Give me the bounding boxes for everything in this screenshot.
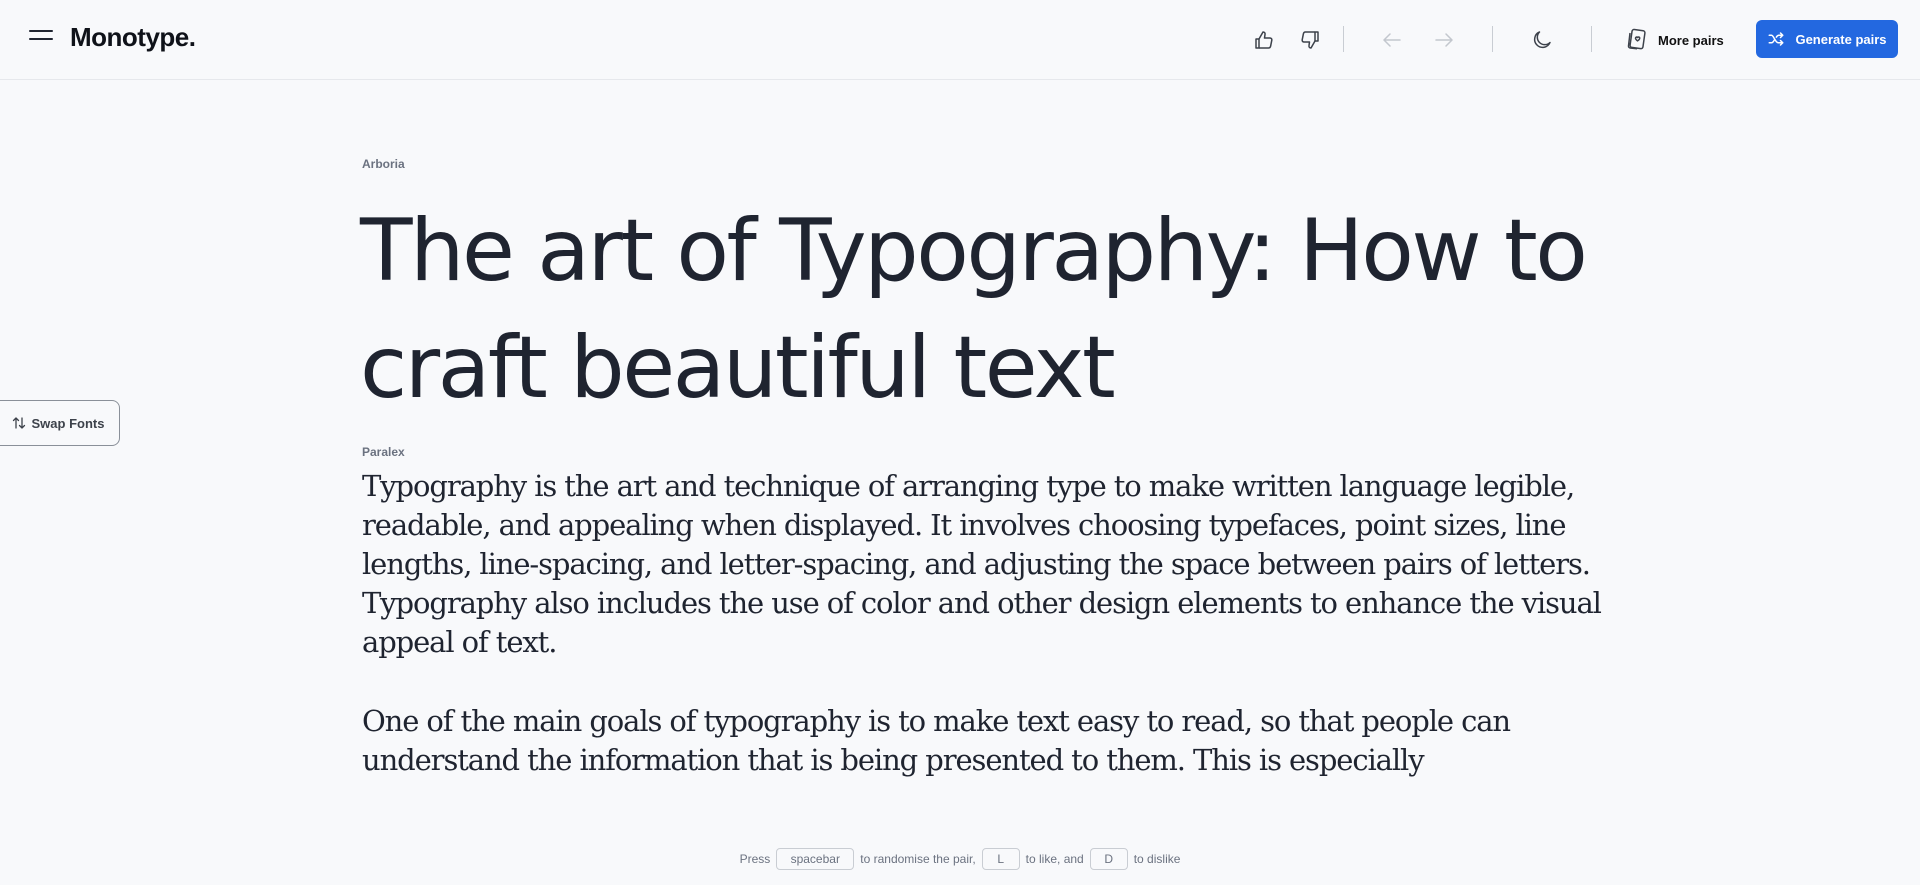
more-pairs-button[interactable]: More pairs <box>1624 22 1724 58</box>
hint-text: to like, and <box>1025 852 1084 866</box>
generate-pairs-label: Generate pairs <box>1795 31 1887 47</box>
logo[interactable]: Monotype. <box>70 22 196 53</box>
divider <box>1343 26 1344 52</box>
cards-icon <box>1627 28 1646 50</box>
body-paragraph: One of the main goals of typography is t… <box>362 704 1511 777</box>
hint-text: Press <box>739 852 771 866</box>
dislike-button[interactable] <box>1294 24 1326 56</box>
hint-text: to randomise the pair, <box>860 852 976 866</box>
divider <box>1492 26 1493 52</box>
generate-pairs-button[interactable]: Generate pairs <box>1756 20 1898 58</box>
spacebar-key: spacebar <box>776 848 855 870</box>
like-button[interactable] <box>1248 24 1280 56</box>
body-paragraph: Typography is the art and technique of a… <box>362 469 1602 659</box>
heading-font-name: Arboria <box>362 157 405 171</box>
body-font-name: Paralex <box>362 445 405 459</box>
headline-preview: The art of Typography: How to craft beau… <box>360 201 1588 418</box>
previous-pair-button[interactable] <box>1376 24 1408 56</box>
arrow-left-icon <box>1383 33 1401 47</box>
shuffle-icon <box>1768 32 1784 46</box>
hint-text: to dislike <box>1133 852 1181 866</box>
more-pairs-label: More pairs <box>1658 32 1724 48</box>
top-bar: Monotype. More pairs Generate pairs <box>0 0 1920 80</box>
divider <box>1591 26 1592 52</box>
dark-mode-toggle[interactable] <box>1526 24 1558 56</box>
dislike-key: D <box>1089 848 1128 870</box>
next-pair-button[interactable] <box>1428 24 1460 56</box>
menu-icon[interactable] <box>29 30 53 42</box>
like-key: L <box>981 848 1020 870</box>
moon-icon <box>1533 31 1551 49</box>
swap-fonts-button[interactable]: Swap Fonts <box>0 400 120 446</box>
arrow-right-icon <box>1435 33 1453 47</box>
thumbs-up-icon <box>1255 31 1273 49</box>
swap-icon <box>12 417 25 429</box>
swap-fonts-label: Swap Fonts <box>31 415 105 431</box>
keyboard-hint: Press spacebar to randomise the pair, L … <box>0 847 1920 871</box>
thumbs-down-icon <box>1301 31 1319 49</box>
